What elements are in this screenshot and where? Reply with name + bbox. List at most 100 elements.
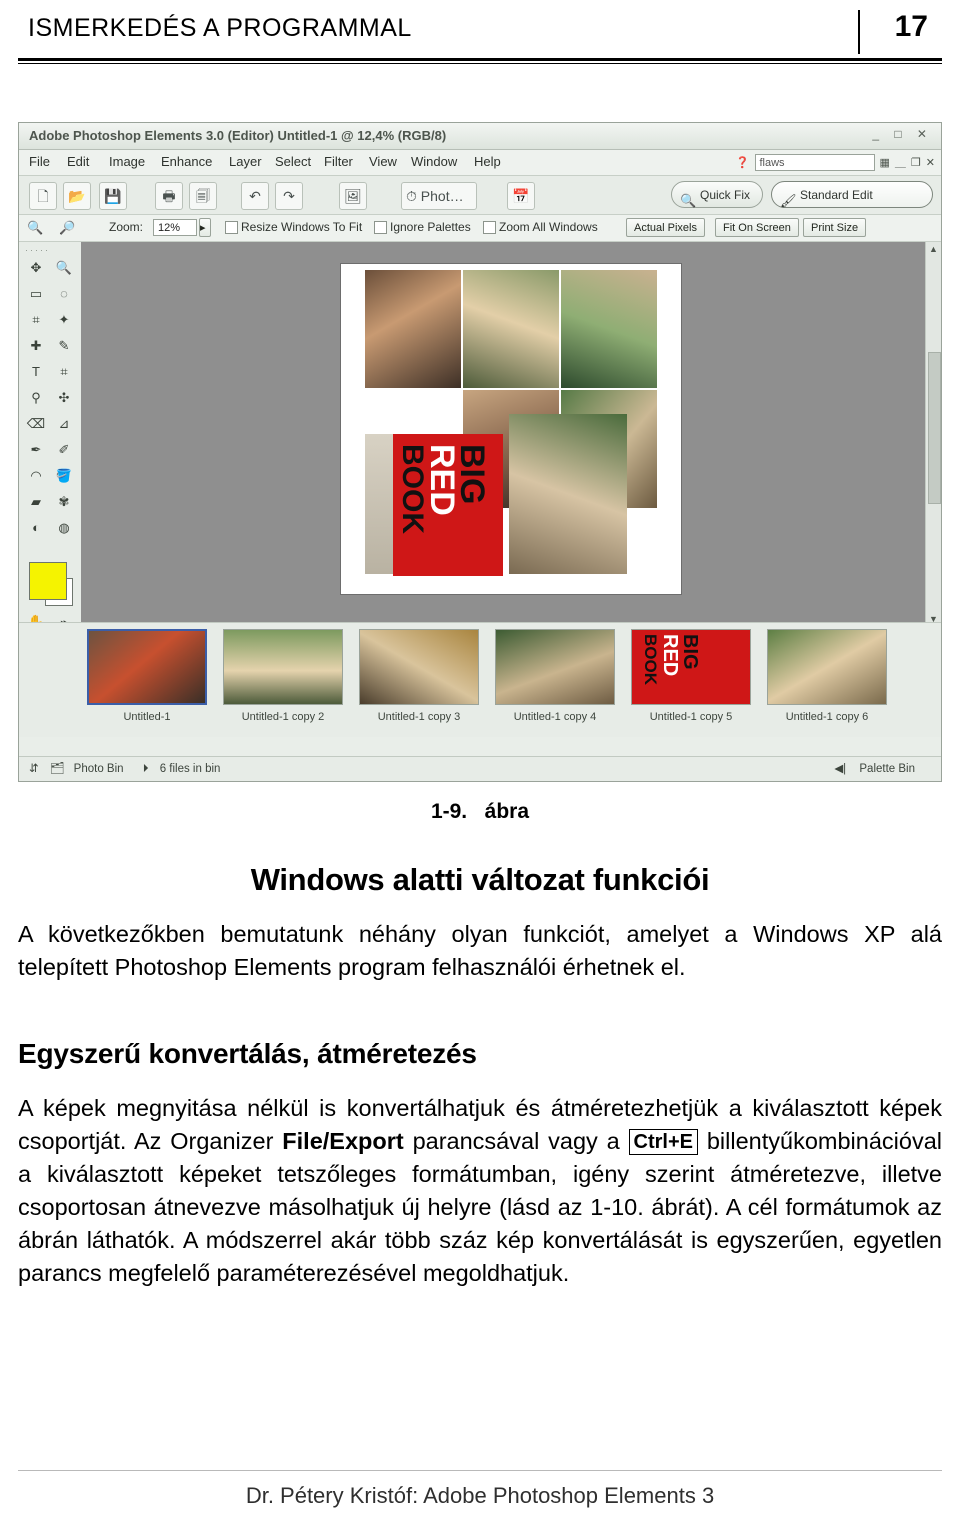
crop-tool-icon[interactable]: ⌗ xyxy=(23,308,49,332)
foreground-color-swatch[interactable] xyxy=(29,562,67,600)
cookie-cutter-icon[interactable]: ⌗ xyxy=(51,360,77,384)
new-file-icon[interactable]: 🗋 xyxy=(29,182,57,210)
redo-icon[interactable]: ↷ xyxy=(275,182,303,210)
menu-item-select[interactable]: Select xyxy=(275,154,311,169)
search-input[interactable]: flaws xyxy=(754,153,875,171)
brush-tool-icon[interactable]: ✒ xyxy=(23,438,49,462)
gradient-tool-icon[interactable]: ◐ xyxy=(23,516,49,540)
photo-bin-toggle-icon[interactable]: ⇵ xyxy=(29,763,39,775)
blur-tool-icon[interactable]: ◠ xyxy=(23,464,49,488)
palette-grid-icon[interactable]: ▦ xyxy=(880,156,890,169)
bin-thumbnail[interactable] xyxy=(495,629,615,705)
zoom-stepper[interactable]: ▸ xyxy=(199,218,211,237)
undo-icon[interactable]: ↶ xyxy=(241,182,269,210)
zoom-tool-icon[interactable]: 🔍 xyxy=(27,220,43,236)
paint-bucket-icon[interactable]: 🪣 xyxy=(51,464,77,488)
bin-book-line1: BIG xyxy=(679,634,701,670)
close-icon[interactable]: ✕ xyxy=(926,156,935,169)
bin-item-label: Untitled-1 copy 6 xyxy=(785,711,869,723)
figure-caption: 1-9. ábra xyxy=(0,800,960,824)
menu-item-view[interactable]: View xyxy=(369,154,397,169)
bin-thumbnail[interactable] xyxy=(767,629,887,705)
type-tool-icon[interactable]: T xyxy=(23,360,49,384)
page-number: 17 xyxy=(894,10,928,43)
zoom-value-input[interactable]: 12% xyxy=(153,219,197,236)
bin-thumbnail[interactable]: BIG RED BOOK xyxy=(631,629,751,705)
ignore-palettes-checkbox[interactable] xyxy=(374,221,387,234)
quick-fix-label: Quick Fix xyxy=(699,188,750,202)
open-file-icon[interactable]: 📂 xyxy=(63,182,91,210)
list-item[interactable]: BIG RED BOOK Untitled-1 copy 5 xyxy=(631,629,751,723)
custom-shape-icon[interactable]: ✾ xyxy=(51,490,77,514)
redeye-tool-icon[interactable]: ✎ xyxy=(51,334,77,358)
menu-item-window[interactable]: Window xyxy=(411,154,457,169)
figure-number: 1-9. xyxy=(430,800,468,823)
palette-bin-arrow-icon[interactable]: ◀| xyxy=(834,763,846,775)
figure-caption-word: ábra xyxy=(484,800,530,823)
print-icon[interactable]: 🖶 xyxy=(155,182,183,210)
bin-thumbnail[interactable] xyxy=(359,629,479,705)
palette-grip[interactable]: ····· xyxy=(25,245,50,255)
help-icon[interactable]: ❓ xyxy=(736,156,750,169)
clone-stamp-icon[interactable]: ⚲ xyxy=(23,386,49,410)
maximize-icon[interactable]: ❐ xyxy=(911,156,921,169)
paragraph-2-part-b: parancsával vagy a xyxy=(403,1128,629,1154)
resize-windows-checkbox[interactable] xyxy=(225,221,238,234)
marquee-tool-icon[interactable]: ▭ xyxy=(23,282,49,306)
menu-item-enhance[interactable]: Enhance xyxy=(161,154,212,169)
print-multiple-icon[interactable]: 🗐 xyxy=(189,182,217,210)
editor-body: ····· ✥ 🔍 ▭ ◌ ⌗ ✦ ✚ ✎ T ⌗ ⚲ ✣ ⌫ ⊿ ✒ ✐ ◠ … xyxy=(19,242,941,641)
pencil-tool-icon[interactable]: ✐ xyxy=(51,438,77,462)
image-canvas[interactable]: BIG RED BOOK xyxy=(341,264,681,594)
photo-browser-icon[interactable]: 🖼 xyxy=(339,182,367,210)
zoom-all-windows-label: Zoom All Windows xyxy=(499,220,598,234)
zoom-label: Zoom: xyxy=(109,220,144,234)
zoom-all-windows-checkbox[interactable] xyxy=(483,221,496,234)
fit-on-screen-button[interactable]: Fit On Screen xyxy=(715,218,799,237)
bin-thumbnail[interactable] xyxy=(87,629,207,705)
bin-book-line2: RED xyxy=(659,634,681,677)
bin-thumbnail[interactable] xyxy=(223,629,343,705)
list-item[interactable]: Untitled-1 copy 3 xyxy=(359,629,479,723)
scroll-up-arrow[interactable]: ▲ xyxy=(929,244,938,254)
menu-item-file[interactable]: File xyxy=(29,154,50,169)
menu-item-layer[interactable]: Layer xyxy=(229,154,262,169)
print-size-button[interactable]: Print Size xyxy=(803,218,867,237)
document-canvas-area[interactable]: BIG RED BOOK ▲ ▼ ◀ ▶ xyxy=(81,242,941,641)
selection-brush-icon[interactable]: ✣ xyxy=(51,386,77,410)
page-header: ISMERKEDÉS A PROGRAMMAL 17 xyxy=(18,10,942,56)
shape-tool-icon[interactable]: ▰ xyxy=(23,490,49,514)
list-item[interactable]: Untitled-1 xyxy=(87,629,207,723)
healing-brush-icon[interactable]: ✚ xyxy=(23,334,49,358)
list-item[interactable]: Untitled-1 copy 6 xyxy=(767,629,887,723)
date-view-icon[interactable]: 📅 xyxy=(507,182,535,210)
sponge-tool-icon[interactable]: ◍ xyxy=(51,516,77,540)
menu-item-filter[interactable]: Filter xyxy=(324,154,353,169)
photo-bin-icon[interactable]: 🗂 xyxy=(50,763,65,775)
move-tool-icon[interactable]: ✥ xyxy=(23,256,49,280)
shortcut-key-badge: Ctrl+E xyxy=(628,1129,699,1155)
zoom-out-icon[interactable]: 🔎 xyxy=(59,220,75,236)
save-icon[interactable]: 💾 xyxy=(99,182,127,210)
vertical-scroll-thumb[interactable] xyxy=(928,352,941,504)
magic-wand-icon[interactable]: ✦ xyxy=(51,308,77,332)
list-item[interactable]: Untitled-1 copy 4 xyxy=(495,629,615,723)
photo-dropdown[interactable]: ⏱ Phot… xyxy=(401,182,477,210)
zoom-tool-palette-icon[interactable]: 🔍 xyxy=(51,256,77,280)
quick-fix-button[interactable]: 🔍 Quick Fix xyxy=(670,181,763,208)
minimize-icon[interactable]: ＿ xyxy=(895,154,906,170)
window-controls[interactable]: _ □ ✕ xyxy=(872,127,933,141)
actual-pixels-button[interactable]: Actual Pixels xyxy=(626,218,705,237)
menu-item-help[interactable]: Help xyxy=(474,154,501,169)
photo-tile-3 xyxy=(561,270,657,388)
list-item[interactable]: Untitled-1 copy 2 xyxy=(223,629,343,723)
menu-item-edit[interactable]: Edit xyxy=(67,154,89,169)
eraser-tool-icon[interactable]: ⌫ xyxy=(23,412,49,436)
play-icon[interactable]: ⏵ xyxy=(143,763,149,775)
vertical-scrollbar[interactable]: ▲ ▼ xyxy=(925,242,941,626)
menu-item-image[interactable]: Image xyxy=(109,154,145,169)
photo-tile-2 xyxy=(463,270,559,388)
standard-edit-button[interactable]: 🖌 Standard Edit xyxy=(771,181,933,208)
lasso-tool-icon[interactable]: ◌ xyxy=(51,282,77,306)
straighten-tool-icon[interactable]: ⊿ xyxy=(51,412,77,436)
